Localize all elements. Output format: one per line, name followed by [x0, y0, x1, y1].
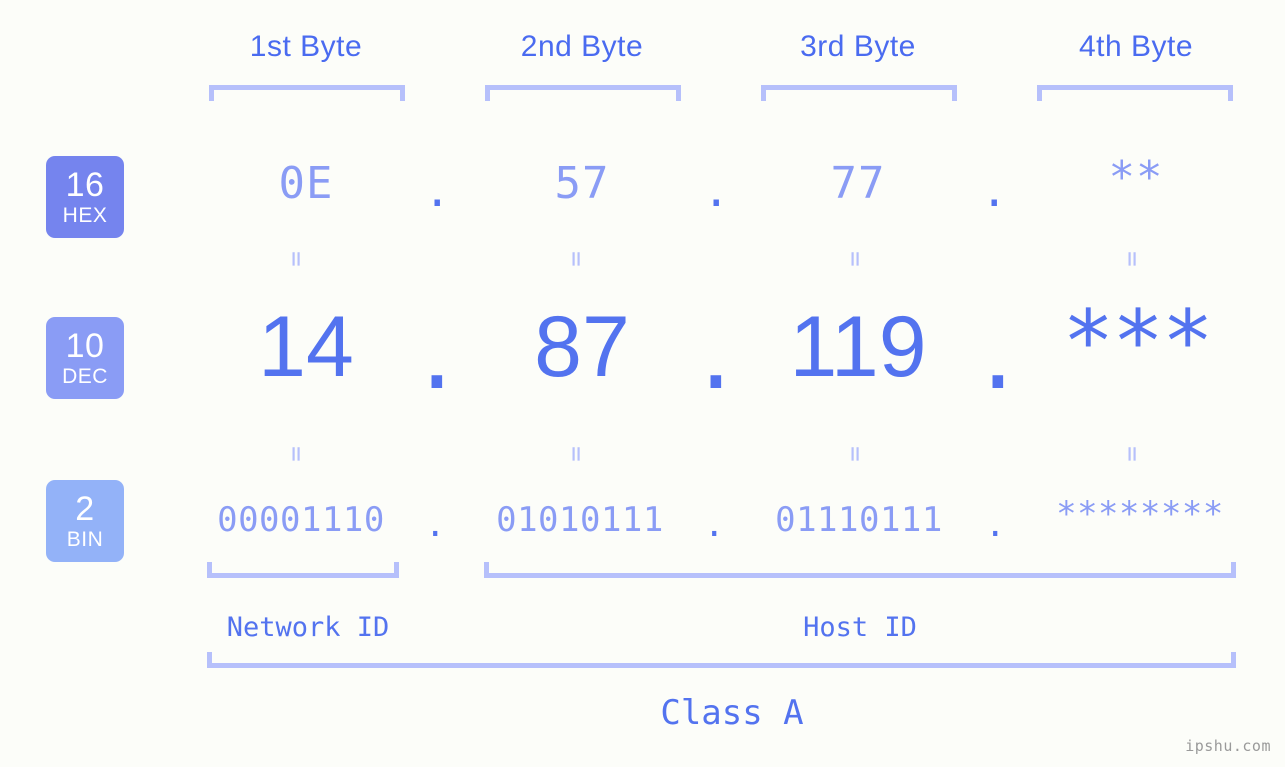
dec-byte-3: 119: [789, 299, 927, 395]
class-label: Class A: [660, 693, 804, 733]
host-id-label: Host ID: [803, 612, 917, 643]
site-watermark: ipshu.com: [1185, 737, 1271, 755]
hex-byte-4: **: [1108, 152, 1164, 203]
hex-byte-1: 0E: [278, 158, 334, 209]
byte-header-2: 2nd Byte: [520, 30, 644, 63]
ip-address-breakdown-diagram: 1st Byte 2nd Byte 3rd Byte 4th Byte 16 H…: [0, 0, 1285, 767]
bin-separator-1: .: [425, 505, 446, 545]
byte-header-4: 4th Byte: [1078, 30, 1194, 63]
dec-separator-2: .: [690, 309, 742, 409]
byte-bracket-3: [761, 85, 957, 101]
base-badge-bin: 2 BIN: [46, 480, 124, 562]
hex-byte-3: 77: [830, 158, 886, 209]
byte-bracket-1: [209, 85, 405, 101]
hex-separator-3: .: [981, 166, 1008, 217]
base-badge-dec: 10 DEC: [46, 317, 124, 399]
dec-byte-1: 14: [258, 299, 354, 395]
base-badge-hex: 16 HEX: [46, 156, 124, 238]
byte-header-3: 3rd Byte: [800, 30, 916, 63]
byte-header-1: 1st Byte: [249, 30, 363, 63]
equals-dec-bin-1: =: [280, 446, 311, 462]
bin-separator-2: .: [704, 505, 725, 545]
base-badge-dec-number: 10: [65, 327, 105, 365]
equals-hex-dec-2: =: [560, 251, 591, 267]
base-badge-bin-number: 2: [75, 490, 95, 528]
equals-hex-dec-3: =: [839, 251, 870, 267]
class-bracket: [207, 652, 1236, 668]
byte-bracket-2: [485, 85, 681, 101]
bin-byte-2: 01010111: [496, 500, 664, 540]
equals-hex-dec-1: =: [280, 251, 311, 267]
equals-dec-bin-3: =: [839, 446, 870, 462]
equals-dec-bin-4: =: [1116, 446, 1147, 462]
bin-separator-3: .: [985, 505, 1006, 545]
hex-byte-2: 57: [554, 158, 610, 209]
network-id-label: Network ID: [226, 612, 390, 643]
dec-byte-4: ***: [1062, 292, 1213, 392]
base-badge-bin-name: BIN: [66, 528, 104, 551]
dec-byte-2: 87: [534, 299, 630, 395]
base-badge-dec-name: DEC: [62, 365, 108, 388]
dec-separator-3: .: [972, 309, 1024, 409]
hex-separator-2: .: [703, 166, 730, 217]
dec-separator-1: .: [411, 309, 463, 409]
bin-byte-3: 01110111: [775, 500, 943, 540]
hex-separator-1: .: [424, 166, 451, 217]
equals-dec-bin-2: =: [560, 446, 591, 462]
byte-bracket-4: [1037, 85, 1233, 101]
host-id-bracket: [484, 562, 1236, 578]
base-badge-hex-name: HEX: [62, 204, 108, 227]
bin-byte-4: ********: [1056, 494, 1224, 534]
equals-hex-dec-4: =: [1116, 251, 1147, 267]
base-badge-hex-number: 16: [65, 166, 105, 204]
network-id-bracket: [207, 562, 399, 578]
bin-byte-1: 00001110: [217, 500, 385, 540]
